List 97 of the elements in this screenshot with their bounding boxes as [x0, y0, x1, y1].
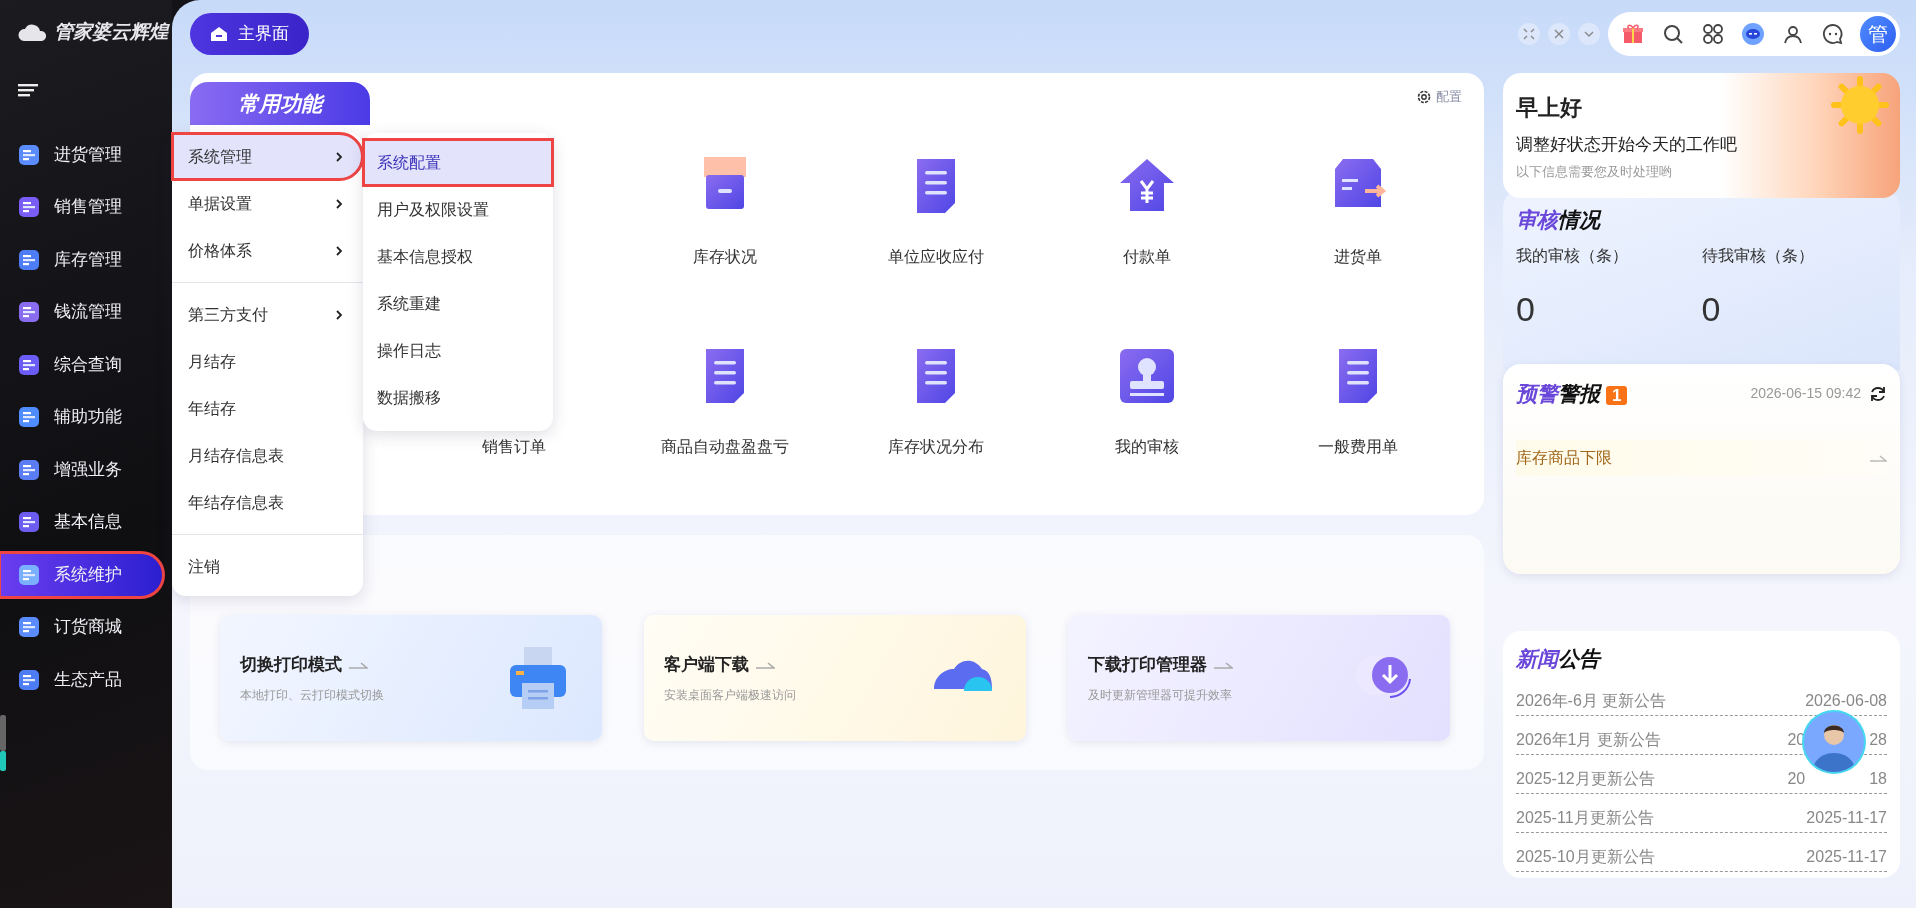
section-title: 预警警报 1	[1516, 378, 1628, 410]
shortcut-title: 下载打印管理器	[1088, 654, 1207, 677]
shortcut-title: 客户端下载	[664, 654, 749, 677]
news-date: 18	[1869, 768, 1887, 789]
news-title[interactable]: 2025-12月更新公告	[1516, 766, 1655, 791]
module-icon	[18, 301, 40, 323]
sidebar-item[interactable]: 进货管理	[0, 132, 163, 177]
shortcut-card[interactable]: 客户端下载 安装桌面客户端极速访问	[644, 615, 1026, 741]
sidebar-item[interactable]: 生态产品	[0, 657, 163, 702]
menu-item[interactable]: 月结存	[172, 338, 363, 385]
news-title[interactable]: 2025-10月更新公告	[1516, 844, 1655, 869]
menu-item[interactable]: 第三方支付	[172, 291, 363, 338]
sidebar-item[interactable]: 基本信息	[0, 500, 163, 544]
sidebar-item[interactable]: 钱流管理	[0, 290, 163, 334]
submenu-item[interactable]: 系统配置	[363, 139, 553, 186]
logo-text: 管家婆云辉煌	[54, 19, 168, 44]
function-label[interactable]: 销售订单	[481, 435, 546, 459]
sidebar-item[interactable]: 增强业务	[0, 447, 163, 492]
module-icon	[18, 143, 40, 166]
submenu-item[interactable]: 基本信息授权	[363, 233, 553, 280]
sidebar-item[interactable]: 库存管理	[0, 237, 163, 282]
stat-label: 待我审核（条）	[1701, 245, 1815, 266]
news-date: 2026-06-08	[1805, 690, 1887, 711]
alert-row[interactable]: 库存商品下限	[1516, 439, 1887, 476]
submenu-item[interactable]: 数据搬移	[363, 374, 553, 421]
submenu-item[interactable]: 操作日志	[363, 327, 553, 374]
menu-item[interactable]: 价格体系	[172, 227, 363, 274]
news-title[interactable]: 2025-11月更新公告	[1516, 805, 1654, 830]
settings-icon[interactable]	[1416, 88, 1432, 105]
module-icon	[18, 248, 40, 271]
menu-item[interactable]: 月结存信息表	[172, 432, 363, 479]
shortcut-card[interactable]: 切换打印模式 本地打印、云打印模式切换	[220, 615, 602, 741]
shortcut-subtitle: 安装桌面客户端极速访问	[664, 686, 796, 704]
stat-value: 0	[1516, 288, 1536, 330]
fullscreen-icon[interactable]	[1522, 27, 1536, 41]
news-title[interactable]: 2026年-6月 更新公告	[1516, 688, 1667, 713]
shortcut-title: 切换打印模式	[240, 654, 342, 677]
chat-icon[interactable]	[1821, 22, 1845, 46]
function-label[interactable]: 库存状况	[692, 245, 757, 269]
greeting-hint: 以下信息需要您及时处理哟	[1516, 162, 1673, 181]
apps-icon[interactable]	[1701, 22, 1725, 46]
module-icon	[18, 668, 40, 691]
function-label[interactable]: 库存状况分布	[887, 435, 984, 459]
menu-item[interactable]: 系统管理	[172, 133, 363, 180]
module-icon	[18, 196, 40, 218]
cloud-logo-icon	[18, 22, 48, 42]
home-icon	[210, 26, 228, 42]
function-label[interactable]: 进货单	[1333, 245, 1382, 269]
function-label[interactable]: 商品自动盘盈盘亏	[660, 435, 789, 459]
assistant-icon[interactable]	[1741, 22, 1765, 46]
menu-item[interactable]: 单据设置	[172, 180, 363, 227]
section-tab[interactable]: 常用功能	[190, 82, 370, 125]
section-title: 审核情况	[1516, 207, 1603, 233]
function-label[interactable]: 一般费用单	[1317, 435, 1398, 459]
sidebar-item[interactable]: 综合查询	[0, 342, 163, 387]
module-icon	[18, 511, 40, 533]
module-icon	[18, 406, 40, 428]
stat-value: 0	[1701, 288, 1722, 330]
shortcut-subtitle: 本地打印、云打印模式切换	[240, 686, 384, 704]
news-date: 2025-11-17	[1806, 807, 1887, 828]
greeting-title: 早上好	[1516, 94, 1582, 122]
submenu-item[interactable]: 系统重建	[363, 280, 553, 327]
menu-item[interactable]: 年结存	[172, 385, 363, 432]
module-icon	[18, 458, 40, 481]
greeting-message: 调整好状态开始今天的工作吧	[1516, 134, 1738, 156]
module-icon	[18, 353, 40, 376]
gift-icon[interactable]	[1621, 22, 1645, 46]
news-title[interactable]: 2026年1月 更新公告	[1516, 727, 1661, 752]
sidebar-item[interactable]: 系统维护	[0, 552, 163, 597]
module-icon	[18, 563, 40, 586]
section-title: 新闻公告	[1516, 646, 1603, 672]
alert-time: 2026-06-15 09:42	[1750, 384, 1861, 404]
close-icon[interactable]	[1552, 27, 1566, 41]
function-label[interactable]: 我的审核	[1114, 435, 1179, 459]
shortcut-subtitle: 及时更新管理器可提升效率	[1088, 686, 1233, 704]
refresh-icon[interactable]	[1869, 384, 1887, 403]
function-label[interactable]: 付款单	[1122, 245, 1171, 269]
scroll-bar	[0, 715, 6, 771]
stat-label: 我的审核（条）	[1516, 245, 1629, 266]
sidebar-item[interactable]: 辅助功能	[0, 395, 163, 439]
home-button[interactable]: 主界面	[190, 13, 309, 55]
module-icon	[18, 616, 40, 638]
shortcut-card[interactable]: 下载打印管理器 及时更新管理器可提升效率	[1068, 615, 1450, 741]
news-date: 20	[1787, 768, 1806, 789]
submenu-item[interactable]: 用户及权限设置	[363, 186, 553, 233]
menu-item[interactable]: 注销	[172, 543, 363, 590]
menu-item[interactable]: 年结存信息表	[172, 479, 363, 526]
function-label[interactable]: 单位应收应付	[887, 245, 984, 269]
user-avatar[interactable]: 管	[1860, 16, 1896, 52]
news-date: 28	[1869, 729, 1887, 750]
menu-icon[interactable]	[18, 82, 40, 99]
sidebar-item[interactable]: 订货商城	[0, 605, 163, 649]
sun-icon	[1830, 75, 1890, 135]
news-date: 2025-11-17	[1806, 846, 1887, 867]
sidebar-item[interactable]: 销售管理	[0, 185, 163, 229]
search-icon[interactable]	[1661, 22, 1685, 46]
count-badge: 1	[1606, 386, 1628, 405]
